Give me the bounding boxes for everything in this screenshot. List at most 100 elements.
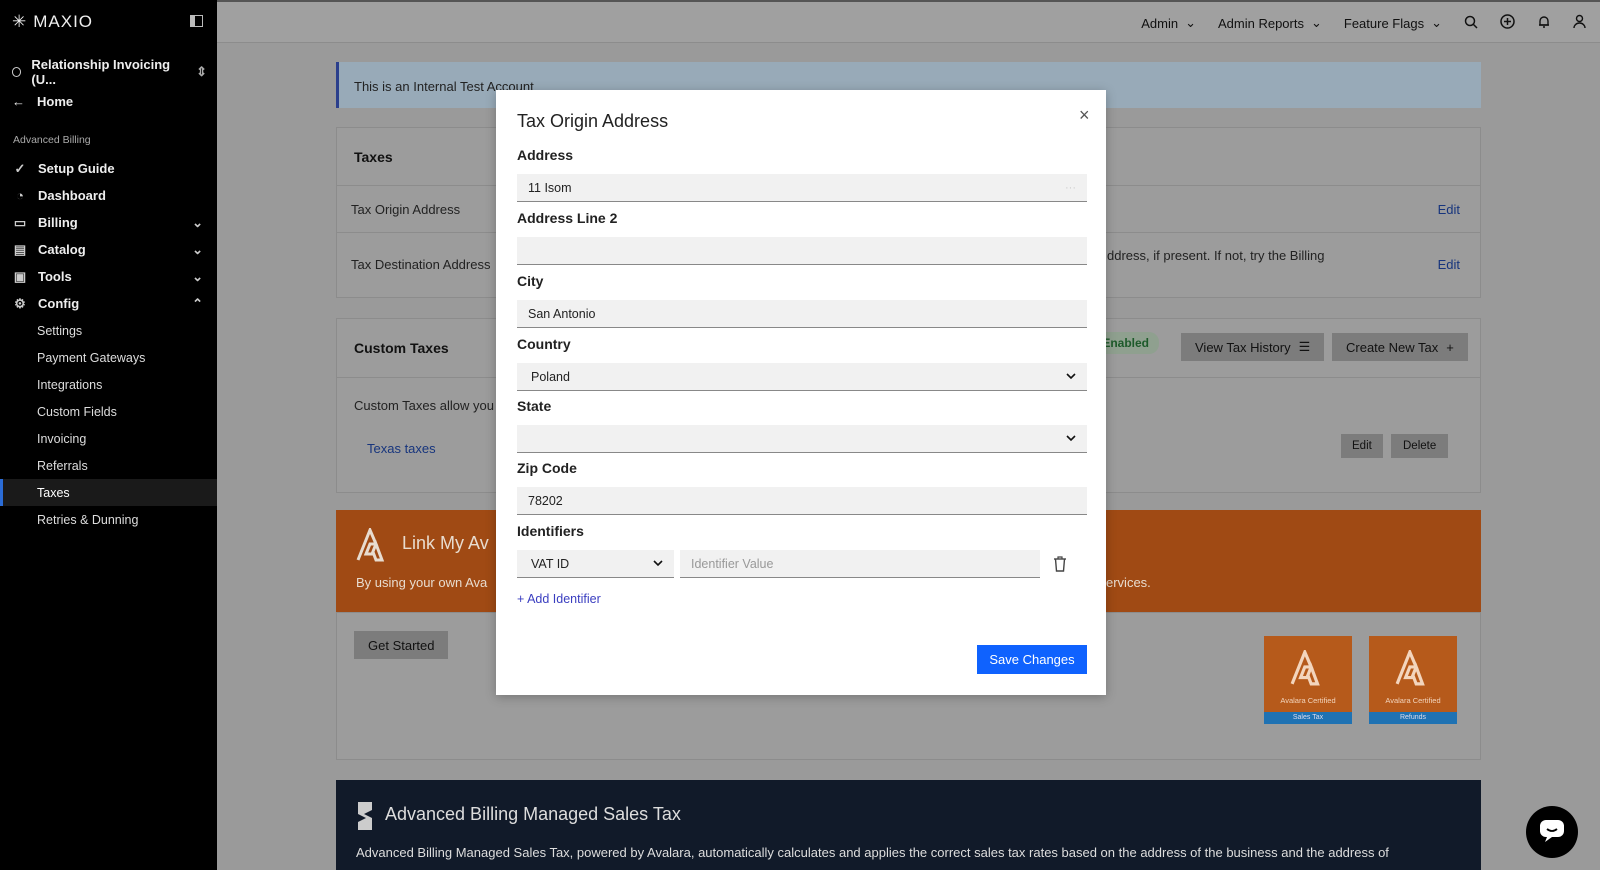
cert-label: Refunds [1369, 712, 1457, 724]
top-bar: Admin ⌄ Admin Reports ⌄ Feature Flags ⌄ [217, 0, 1600, 43]
sidebar-item-label: Tools [38, 269, 72, 284]
feature-flags-menu[interactable]: Feature Flags ⌄ [1344, 15, 1442, 31]
managed-tax-desc: Advanced Billing Managed Sales Tax, powe… [356, 845, 1389, 860]
avalara-link-desc: By using your own Ava [356, 575, 488, 590]
home-link[interactable]: ← Home [12, 94, 73, 109]
sidebar: ✳ MAXIO Relationship Invoicing (U... ⇕ ←… [0, 0, 217, 870]
sidebar-item-setup-guide[interactable]: ✓ Setup Guide [0, 155, 217, 182]
create-new-tax-button[interactable]: Create New Tax + [1332, 333, 1468, 361]
address-line2-field[interactable] [517, 237, 1087, 265]
sidebar-item-label: Config [38, 296, 80, 311]
sidebar-subitem-settings[interactable]: Settings [0, 317, 217, 344]
tax-origin-address-modal: Tax Origin Address × Address 11 Isom ···… [496, 90, 1106, 695]
home-label: Home [37, 94, 74, 109]
sidebar-item-label: Setup Guide [38, 161, 115, 176]
taxes-title: Taxes [354, 149, 393, 165]
avalara-link-title: Link My Av [402, 533, 489, 553]
maxio-logo-icon: ✳ [12, 12, 28, 31]
trash-icon[interactable] [1053, 556, 1067, 575]
sidebar-item-dashboard[interactable]: ◔ Dashboard [0, 182, 217, 209]
texas-taxes-link[interactable]: Texas taxes [367, 441, 436, 456]
address-value: 11 Isom [528, 180, 572, 195]
arrow-left-icon: ← [12, 94, 25, 109]
address-line2-label: Address Line 2 [517, 210, 618, 226]
bell-icon[interactable] [1537, 14, 1551, 32]
city-field[interactable]: San Antonio [517, 300, 1087, 328]
sidebar-item-tools[interactable]: ▣ Tools ⌄ [0, 263, 217, 290]
managed-sales-tax-section: Advanced Billing Managed Sales Tax Advan… [336, 780, 1481, 870]
sidebar-nav: ✓ Setup Guide ◔ Dashboard ▭ Billing ⌄ ▤ … [0, 155, 217, 533]
more-dots-icon: ··· [1065, 181, 1076, 194]
tax-origin-label: Tax Origin Address [351, 202, 461, 217]
chevron-down-icon [653, 558, 663, 570]
tax-destination-edit-link[interactable]: Edit [1438, 257, 1460, 272]
admin-reports-label: Admin Reports [1218, 15, 1304, 31]
zip-code-label: Zip Code [517, 460, 577, 476]
managed-tax-title: Advanced Billing Managed Sales Tax [385, 804, 681, 824]
identifier-value-input[interactable]: Identifier Value [680, 550, 1040, 578]
delete-tax-label: Delete [1403, 440, 1437, 452]
state-select[interactable] [517, 425, 1087, 453]
sidebar-subitem-invoicing[interactable]: Invoicing [0, 425, 217, 452]
sidebar-subitem-taxes[interactable]: Taxes [0, 479, 217, 506]
add-identifier-link[interactable]: + Add Identifier [517, 592, 601, 606]
delete-tax-button[interactable]: Delete [1391, 434, 1449, 458]
chevron-down-icon [1066, 433, 1076, 445]
edit-tax-button[interactable]: Edit [1341, 434, 1383, 458]
chevron-down-icon: ⌄ [1310, 15, 1322, 30]
sidebar-subitem-payment-gateways[interactable]: Payment Gateways [0, 344, 217, 371]
close-icon[interactable]: × [1079, 105, 1090, 126]
collapse-sidebar-icon[interactable] [190, 15, 203, 30]
address-label: Address [517, 147, 574, 163]
chat-bubble-icon [1539, 819, 1565, 846]
org-switcher[interactable]: Relationship Invoicing (U... ⇕ [12, 57, 207, 87]
city-value: San Antonio [528, 306, 596, 321]
tax-destination-label: Tax Destination Address [351, 257, 491, 272]
save-changes-button[interactable]: Save Changes [977, 645, 1087, 674]
sidebar-subitem-referrals[interactable]: Referrals [0, 452, 217, 479]
avalara-logo-icon [1290, 647, 1326, 689]
user-icon[interactable] [1573, 14, 1586, 32]
brand-logo[interactable]: ✳ MAXIO [12, 12, 93, 32]
search-icon[interactable] [1464, 15, 1478, 32]
admin-reports-menu[interactable]: Admin Reports ⌄ [1218, 15, 1322, 31]
avalara-logo-icon [356, 526, 390, 565]
gear-icon: ⚙ [14, 295, 26, 311]
zip-code-field[interactable]: 78202 [517, 487, 1087, 515]
list-icon: ☰ [1298, 339, 1311, 354]
view-tax-history-label: View Tax History [1195, 339, 1291, 355]
org-status-icon [12, 67, 22, 77]
identifier-type-select[interactable]: VAT ID [517, 550, 674, 578]
custom-taxes-desc: Custom Taxes allow you t [354, 398, 502, 413]
create-new-tax-label: Create New Tax [1346, 339, 1439, 355]
chat-launcher-button[interactable] [1526, 806, 1578, 858]
address-field[interactable]: 11 Isom ··· [517, 174, 1087, 202]
admin-menu[interactable]: Admin ⌄ [1141, 15, 1196, 31]
sidebar-item-billing[interactable]: ▭ Billing ⌄ [0, 209, 217, 236]
org-name: Relationship Invoicing (U... [31, 57, 171, 87]
sidebar-subitem-custom-fields[interactable]: Custom Fields [0, 398, 217, 425]
avalara-cert-sales-tax-badge: Avalara Certified Sales Tax [1264, 636, 1352, 724]
view-tax-history-button[interactable]: View Tax History ☰ [1181, 333, 1325, 361]
gauge-icon: ◔ [16, 188, 24, 203]
country-select[interactable]: Poland [517, 363, 1087, 391]
sidebar-subitem-integrations[interactable]: Integrations [0, 371, 217, 398]
managed-tax-logo-icon [356, 800, 374, 835]
chevron-down-icon: ⌄ [1431, 15, 1442, 30]
get-started-button[interactable]: Get Started [354, 631, 449, 659]
identifiers-label: Identifiers [517, 523, 584, 539]
zip-code-value: 78202 [528, 493, 563, 508]
chevron-down-icon: ⌄ [1185, 15, 1196, 30]
sidebar-item-label: Dashboard [38, 188, 106, 203]
credit-card-icon: ▭ [13, 214, 27, 230]
sidebar-subitem-retries-dunning[interactable]: Retries & Dunning [0, 506, 217, 533]
sidebar-item-catalog[interactable]: ▤ Catalog ⌄ [0, 236, 217, 263]
add-circle-icon[interactable] [1500, 14, 1515, 32]
toolbox-icon: ▣ [13, 268, 27, 284]
admin-menu-label: Admin [1141, 15, 1179, 31]
tax-origin-edit-link[interactable]: Edit [1438, 202, 1460, 217]
section-heading: Advanced Billing [13, 134, 91, 146]
sidebar-item-config[interactable]: ⚙ Config ⌃ [0, 290, 217, 317]
edit-tax-label: Edit [1352, 440, 1372, 452]
cert-title: Avalara Certified [1280, 696, 1336, 705]
